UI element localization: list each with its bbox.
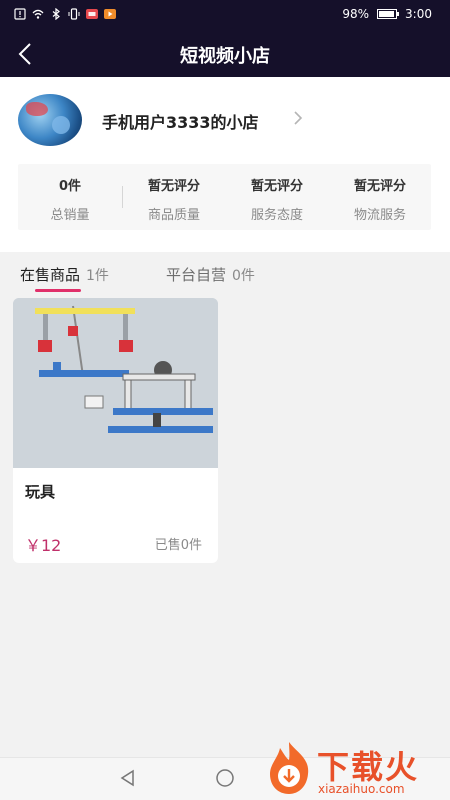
tab-count: 1件 (86, 268, 109, 284)
product-card[interactable]: 玩具 ￥12 已售0件 (13, 298, 218, 563)
product-tabs: 在售商品 1件 平台自营 0件 (0, 262, 450, 292)
tab-count: 0件 (232, 268, 255, 284)
shop-name[interactable]: 手机用户3333的小店 (102, 109, 259, 133)
product-image (13, 298, 218, 468)
watermark-logo: 下载火 xiazaihuo.com (262, 738, 450, 800)
clock: 3:00 (405, 7, 432, 21)
stat-label: 总销量 (50, 208, 90, 223)
tab-platform-self-operated[interactable]: 平台自营 0件 (166, 264, 255, 285)
stat-service-attitude: 暂无评分 服务态度 (227, 175, 327, 223)
status-icons-left (14, 8, 116, 20)
stat-total-sales: 0件 总销量 (20, 175, 120, 223)
avatar-decoration (52, 116, 70, 134)
active-tab-indicator (35, 289, 81, 292)
status-icons-right: 98% 3:00 (342, 7, 432, 21)
shop-header: 手机用户3333的小店 0件 总销量 暂无评分 商品质量 暂无评分 服务态度 暂… (0, 77, 450, 252)
battery-percent: 98% (342, 7, 370, 21)
product-price: ￥12 (25, 536, 62, 555)
stat-label: 物流服务 (353, 208, 406, 223)
stat-label: 商品质量 (147, 208, 200, 223)
shop-stats-panel: 0件 总销量 暂无评分 商品质量 暂无评分 服务态度 暂无评分 物流服务 (18, 164, 431, 230)
tab-label: 在售商品 (20, 266, 81, 284)
alert-sim-icon (14, 8, 26, 20)
wifi-icon (32, 9, 44, 19)
back-triangle-icon[interactable] (118, 768, 138, 788)
bluetooth-icon (52, 8, 60, 20)
flame-download-icon (270, 742, 309, 794)
stat-divider (122, 186, 123, 208)
battery-icon (377, 9, 400, 19)
chevron-right-icon[interactable] (292, 109, 304, 127)
toy-photo-illustration (13, 298, 218, 468)
avatar-decoration (26, 102, 48, 116)
tab-on-sale[interactable]: 在售商品 1件 (20, 264, 109, 285)
stat-value: 暂无评分 (147, 179, 200, 194)
message-notification-icon (86, 9, 98, 19)
home-circle-icon[interactable] (214, 768, 236, 788)
shop-avatar[interactable] (18, 94, 82, 146)
watermark-url: xiazaihuo.com (318, 782, 405, 796)
product-title: 玩具 (25, 483, 56, 501)
stat-label: 服务态度 (250, 208, 303, 223)
status-bar: 98% 3:00 (0, 0, 450, 30)
stat-logistics-service: 暂无评分 物流服务 (330, 175, 430, 223)
stat-value: 0件 (58, 179, 82, 194)
stat-value: 暂无评分 (250, 179, 303, 194)
product-sold-count: 已售0件 (154, 538, 202, 553)
stat-product-quality: 暂无评分 商品质量 (124, 175, 224, 223)
stat-value: 暂无评分 (353, 179, 406, 194)
video-app-notification-icon (104, 9, 116, 19)
page-title: 短视频小店 (180, 46, 270, 67)
vibrate-icon (68, 8, 80, 20)
top-nav-bar: 短视频小店 (0, 30, 450, 77)
tab-label: 平台自营 (166, 266, 227, 284)
